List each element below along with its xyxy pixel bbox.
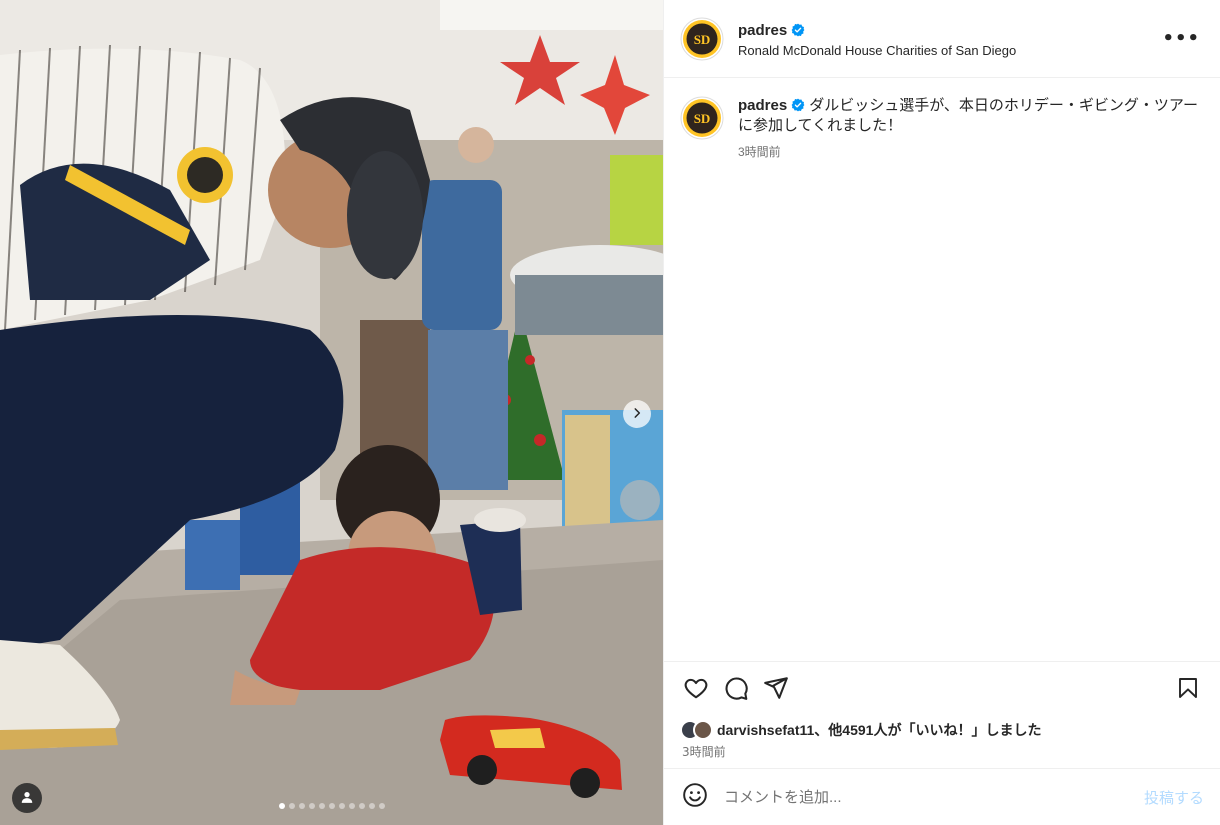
verified-badge-icon — [791, 23, 805, 37]
liker-username[interactable]: darvishsefat11 — [717, 722, 814, 738]
comment-icon — [723, 675, 749, 705]
save-button[interactable] — [1170, 672, 1206, 708]
post-header: SD padres Ronald McDonald House Charitie… — [664, 0, 1220, 78]
carousel-dot — [348, 803, 355, 809]
action-bar — [664, 661, 1220, 718]
caption-body-text: ダルビッシュ選手が、本日のホリデー・ギビング・ツアーに参加してくれました！ — [738, 97, 1199, 134]
more-options-icon[interactable]: ••• — [1158, 24, 1204, 53]
like-button[interactable] — [678, 672, 714, 708]
add-comment-bar: 投稿する — [664, 768, 1220, 825]
carousel-dot — [318, 803, 325, 809]
carousel-indicator — [0, 803, 663, 809]
likes-text[interactable]: darvishsefat11、他4591人が「いいね！」しました — [717, 720, 1041, 740]
caption-time: 3時間前 — [738, 145, 781, 159]
liker-avatar — [693, 720, 713, 740]
share-button[interactable] — [758, 672, 794, 708]
post-timestamp[interactable]: 3時間前 — [664, 742, 1220, 768]
chevron-right-icon — [630, 405, 644, 424]
carousel-dot — [338, 803, 345, 809]
carousel-dot — [368, 803, 375, 809]
account-avatar[interactable]: SD — [680, 17, 724, 61]
post-location[interactable]: Ronald McDonald House Charities of San D… — [738, 43, 1158, 58]
bookmark-icon — [1176, 676, 1200, 704]
next-slide-button[interactable] — [623, 400, 651, 428]
carousel-dot — [328, 803, 335, 809]
post-sidebar: SD padres Ronald McDonald House Charitie… — [663, 0, 1220, 825]
likes-count-text[interactable]: 、他4591人が「いいね！」しました — [814, 722, 1041, 738]
likes-summary[interactable]: darvishsefat11、他4591人が「いいね！」しました — [664, 718, 1220, 742]
carousel-dot — [308, 803, 315, 809]
verified-badge-icon — [791, 98, 805, 112]
account-username[interactable]: padres — [738, 22, 805, 39]
carousel-dot — [378, 803, 385, 809]
caption-text: padres ダルビッシュ選手が、本日のホリデー・ギビング・ツアーに参加してくれ… — [738, 96, 1204, 136]
carousel-dot — [358, 803, 365, 809]
heart-icon — [683, 675, 709, 705]
emoji-button[interactable] — [680, 782, 710, 812]
liker-avatars — [680, 720, 713, 740]
emoji-icon — [682, 782, 708, 812]
carousel-dot — [288, 803, 295, 809]
instagram-post: SD padres Ronald McDonald House Charitie… — [0, 0, 1220, 825]
comment-button[interactable] — [718, 672, 754, 708]
share-icon — [763, 675, 789, 705]
svg-text:SD: SD — [694, 111, 711, 126]
carousel-dot — [278, 803, 285, 809]
svg-text:SD: SD — [694, 32, 711, 47]
comments-section: SD padres ダルビッシュ選手が、本日のホリデー・ギビング・ツアーに参加し… — [664, 78, 1220, 661]
caption-avatar[interactable]: SD — [680, 96, 724, 140]
post-comment-button[interactable]: 投稿する — [1144, 787, 1204, 808]
comment-input[interactable] — [724, 788, 1144, 806]
caption: SD padres ダルビッシュ選手が、本日のホリデー・ギビング・ツアーに参加し… — [680, 96, 1204, 162]
carousel-dot — [298, 803, 305, 809]
post-photo — [0, 0, 663, 825]
post-media[interactable] — [0, 0, 663, 825]
username-text[interactable]: padres — [738, 22, 787, 39]
caption-username[interactable]: padres — [738, 96, 787, 116]
